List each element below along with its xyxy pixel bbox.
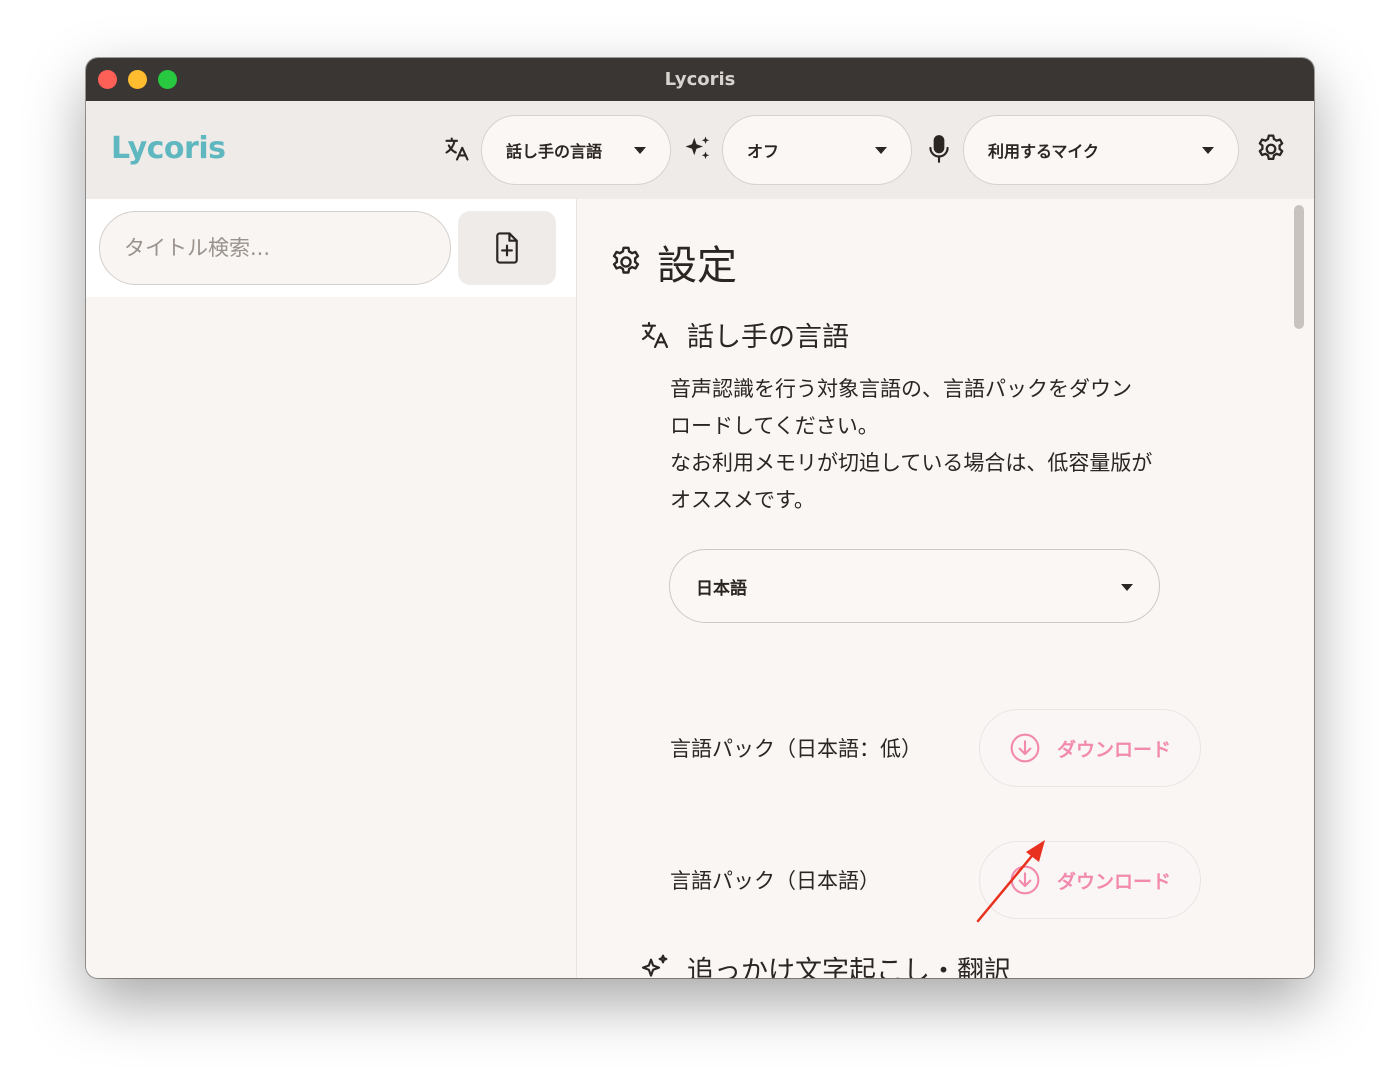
section-description: 音声認識を行う対象言語の、言語パックをダウン ロードしてください。 なお利用メモ…	[670, 371, 1230, 519]
download-button-label: ダウンロード	[1056, 738, 1171, 761]
microphone-dropdown[interactable]: 利用するマイク	[963, 115, 1239, 185]
chevron-down-icon	[1121, 584, 1133, 591]
translate-icon	[442, 133, 472, 165]
next-section-heading: 追っかけ文字起こし・翻訳	[639, 949, 1011, 978]
description-line: ロードしてください。	[670, 414, 879, 438]
microphone-icon	[924, 133, 954, 165]
sparkle-icon	[683, 133, 713, 165]
chevron-down-icon	[634, 147, 646, 154]
settings-panel: 設定 話し手の言語 音声認識を行う対象言語の、言語パックをダウン ロードしてくだ…	[577, 199, 1314, 978]
close-window-button[interactable]	[98, 70, 117, 89]
chevron-down-icon	[1202, 147, 1214, 154]
app-window: Lycoris Lycoris 話し手の言語 オフ 利用するマイク タイトル検索…	[86, 58, 1314, 978]
speaker-language-value: 話し手の言語	[506, 142, 603, 161]
sidebar	[86, 199, 577, 978]
description-line: オススメです。	[670, 488, 815, 512]
window-title: Lycoris	[664, 69, 736, 90]
window-controls	[98, 70, 177, 89]
settings-gear-icon[interactable]	[1254, 133, 1288, 165]
language-pack-label: 言語パック（日本語：低）	[670, 737, 922, 761]
zoom-window-button[interactable]	[158, 70, 177, 89]
title-bar: Lycoris	[86, 58, 1314, 101]
microphone-value: 利用するマイク	[988, 142, 1100, 161]
download-button-label: ダウンロード	[1056, 870, 1171, 893]
translate-icon	[641, 321, 669, 348]
download-pack-button[interactable]: ダウンロード	[979, 841, 1201, 919]
download-pack-low-button[interactable]: ダウンロード	[979, 709, 1201, 787]
settings-heading: 設定	[609, 233, 737, 291]
page-title: 設定	[657, 243, 737, 289]
mode-dropdown[interactable]: オフ	[722, 115, 912, 185]
title-search-input[interactable]	[99, 211, 451, 285]
sidebar-header	[86, 199, 576, 297]
description-line: 音声認識を行う対象言語の、言語パックをダウン	[670, 377, 1132, 401]
new-document-button[interactable]	[458, 211, 556, 285]
section-title: 話し手の言語	[687, 322, 849, 353]
description-line: なお利用メモリが切迫している場合は、低容量版が	[670, 451, 1153, 475]
sparkle-icon	[641, 954, 668, 977]
speaker-language-dropdown[interactable]: 話し手の言語	[481, 115, 671, 185]
toolbar: Lycoris 話し手の言語 オフ 利用するマイク	[86, 101, 1314, 199]
download-icon	[1010, 865, 1040, 895]
file-plus-icon	[496, 232, 518, 264]
language-select-value: 日本語	[696, 578, 747, 599]
minimize-window-button[interactable]	[128, 70, 147, 89]
speaker-language-section-heading: 話し手の言語	[639, 315, 849, 354]
language-select[interactable]: 日本語	[669, 549, 1160, 623]
mode-value: オフ	[747, 142, 780, 161]
scrollbar-thumb[interactable]	[1294, 205, 1304, 329]
app-brand: Lycoris	[111, 131, 226, 166]
language-pack-label: 言語パック（日本語）	[670, 869, 880, 893]
gear-icon	[612, 246, 640, 274]
section-title: 追っかけ文字起こし・翻訳	[687, 956, 1011, 978]
chevron-down-icon	[875, 147, 887, 154]
download-icon	[1010, 733, 1040, 763]
